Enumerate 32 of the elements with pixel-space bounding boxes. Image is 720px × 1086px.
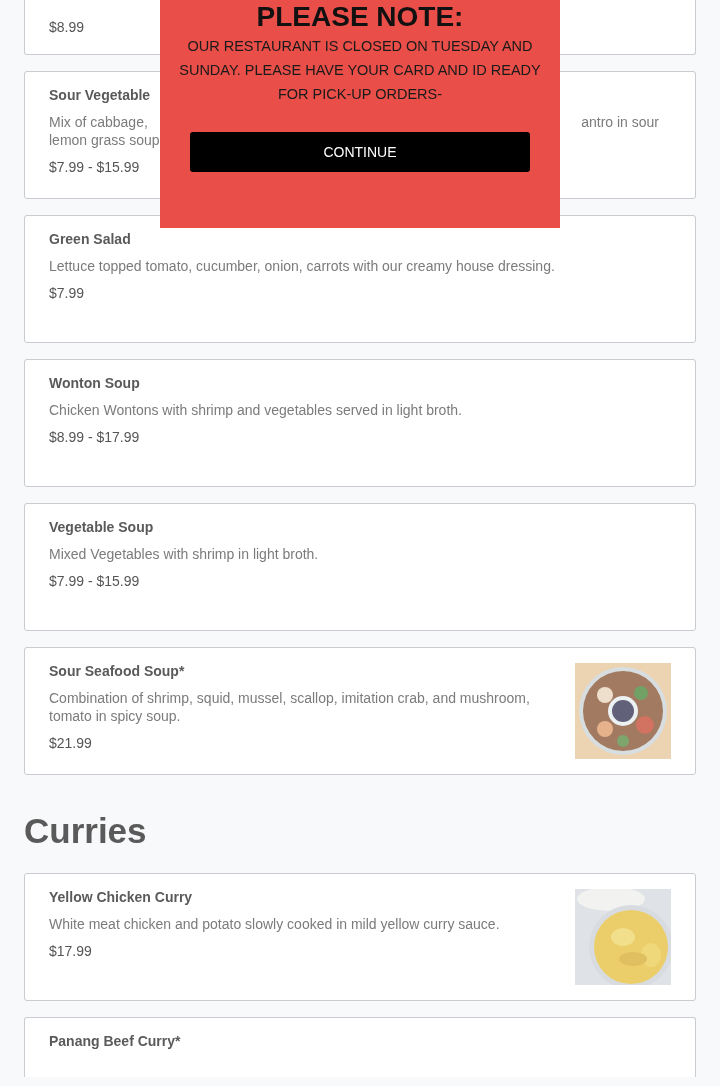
section-heading: Curries bbox=[24, 811, 148, 851]
item-description: White meat chicken and potato slowly cooked in mild yellow curry sauce. bbox=[49, 915, 500, 933]
dialog-title: PLEASE NOTE: bbox=[256, 2, 464, 32]
item-description: Lettuce topped tomato, cucumber, onion, carrots with our creamy house dressing. bbox=[49, 257, 555, 275]
menu-item-card[interactable]: Yellow Chicken Curry White meat chicken and potato slowly cooked in mild yellow curry sauce. $17.99 bbox=[24, 873, 696, 1001]
item-description: Chicken Wontons with shrimp and vegetables served in light broth. bbox=[49, 401, 462, 419]
menu-item-card[interactable]: Green Salad Lettuce topped tomato, cucumber, onion, carrots with our creamy house dressing. $7.99 bbox=[24, 215, 696, 343]
item-name: Panang Beef Curry* bbox=[49, 1033, 181, 1049]
item-description: Mix of cabbage, bbox=[49, 113, 148, 131]
item-name: Sour Vegetable bbox=[49, 87, 151, 103]
item-price: $17.99 bbox=[49, 943, 92, 959]
item-name: Vegetable Soup bbox=[49, 519, 154, 535]
item-description: Mixed Vegetables with shrimp in light broth. bbox=[49, 545, 319, 563]
item-description: lemon grass soup bbox=[49, 131, 161, 149]
item-price: $7.99 - $15.99 bbox=[49, 159, 140, 175]
menu-item-card[interactable]: Panang Beef Curry* bbox=[24, 1017, 696, 1077]
item-price: $8.99 bbox=[49, 19, 85, 35]
item-description: antro in sour bbox=[581, 113, 659, 131]
menu-item-card[interactable]: Sour Seafood Soup* Combination of shrimp, squid, mussel, scallop, imitation crab, and mushroom, tomato in spicy soup. $21.99 bbox=[24, 647, 696, 775]
item-name: Wonton Soup bbox=[49, 375, 140, 391]
item-price: $7.99 - $15.99 bbox=[49, 573, 140, 589]
item-description: Combination of shrimp, squid, mussel, scallop, imitation crab, and mushroom, tomato in spicy soup. bbox=[49, 689, 531, 725]
item-price: $7.99 bbox=[49, 285, 85, 301]
item-price: $8.99 - $17.99 bbox=[49, 429, 140, 445]
menu-item-card[interactable]: Vegetable Soup Mixed Vegetables with shrimp in light broth. $7.99 - $15.99 bbox=[24, 503, 696, 631]
continue-button[interactable]: CONTINUE bbox=[190, 132, 530, 172]
item-name: Green Salad bbox=[49, 231, 131, 247]
item-price: $21.99 bbox=[49, 735, 92, 751]
dialog-message: OUR RESTAURANT IS CLOSED ON TUESDAY AND SUNDAY. PLEASE HAVE YOUR CARD AND ID READY FOR PICK-UP ORDERS- bbox=[178, 37, 542, 104]
item-name: Sour Seafood Soup* bbox=[49, 663, 185, 679]
item-name: Yellow Chicken Curry bbox=[49, 889, 193, 905]
menu-item-card[interactable]: Wonton Soup Chicken Wontons with shrimp and vegetables served in light broth. $8.99 - $17.99 bbox=[24, 359, 696, 487]
